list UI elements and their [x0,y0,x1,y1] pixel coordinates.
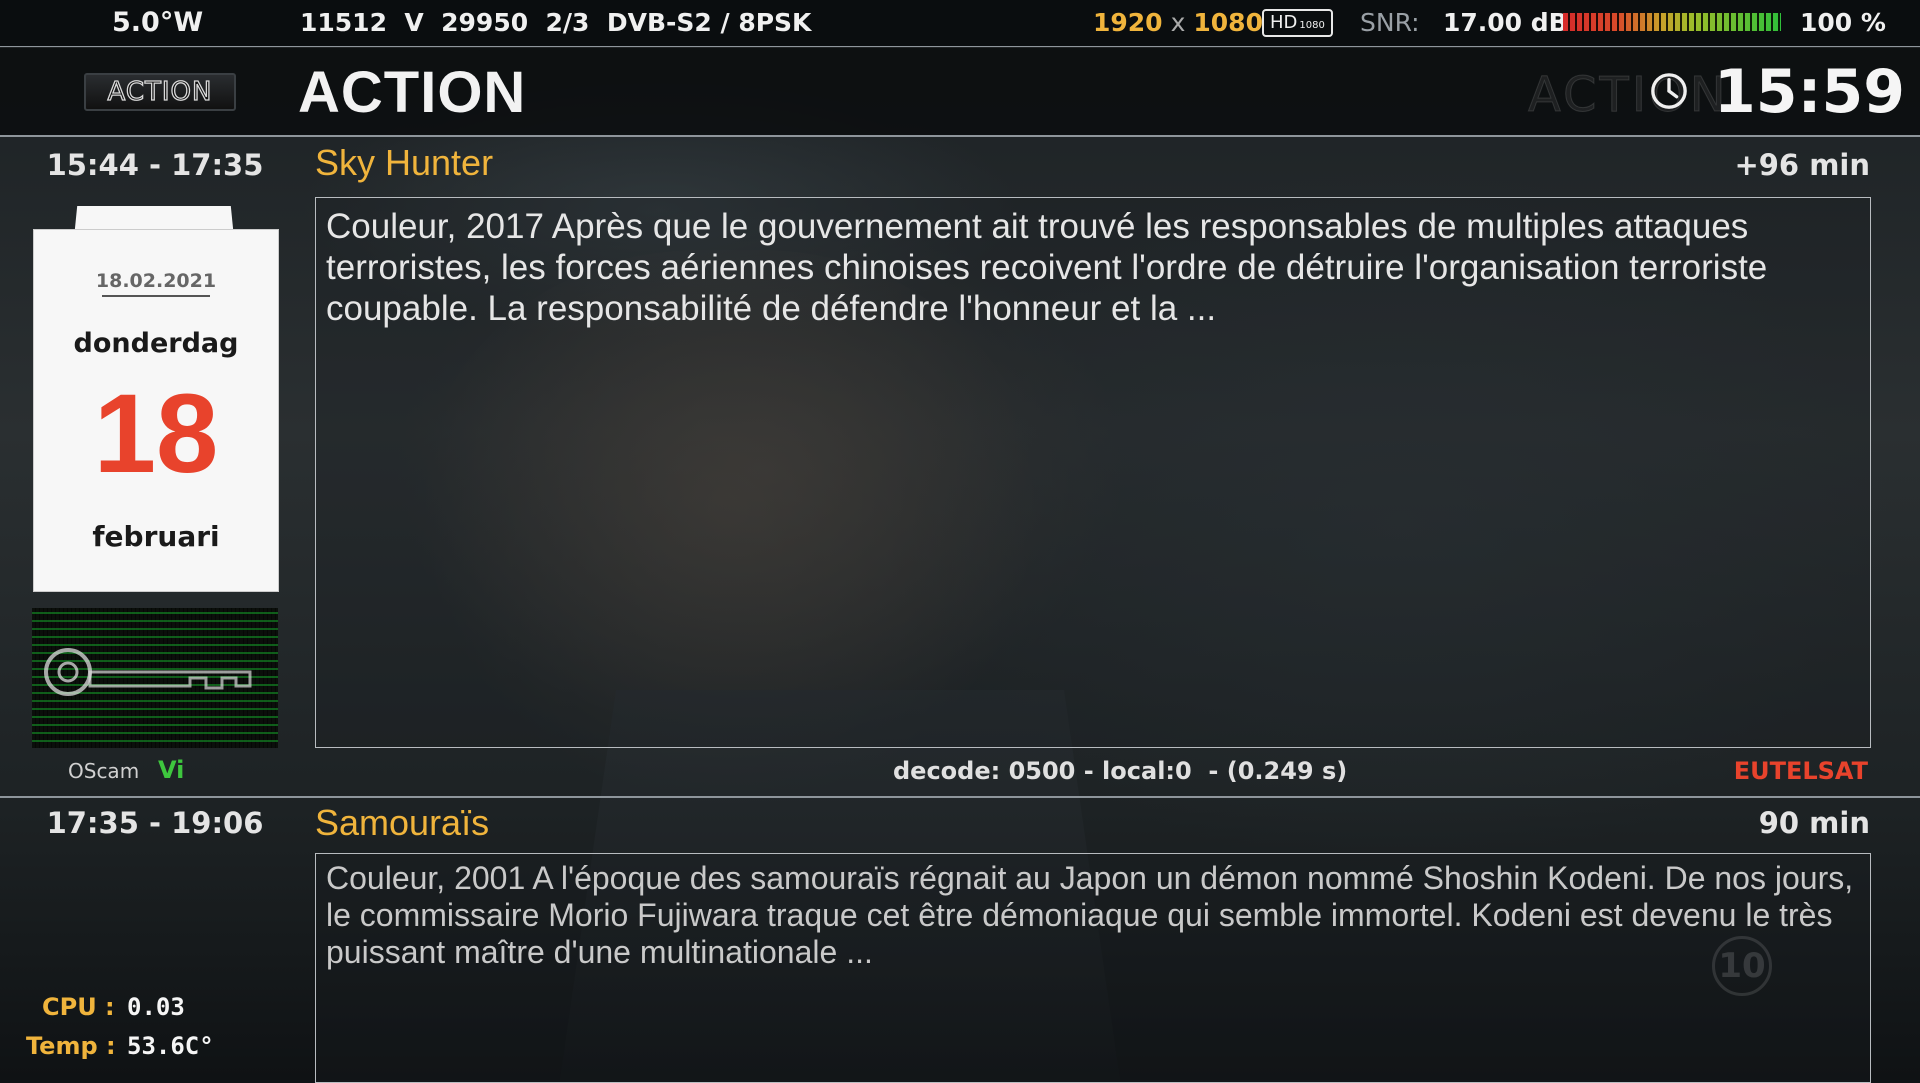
oscam-label: OScam [68,759,140,783]
cpu-label: CPU : [42,993,115,1021]
resolution-separator: x [1170,8,1186,37]
temp-label: Temp : [26,1032,116,1060]
current-event-title: Sky Hunter [315,142,494,183]
cpu-value: 0.03 [127,993,185,1021]
signal-bar [1563,13,1781,31]
calendar-date-underline [102,295,210,297]
channel-number-watermark: 10 [1712,936,1772,996]
next-event-description: Couleur, 2001 A l'époque des samouraïs r… [326,860,1854,970]
key-icon [44,648,252,696]
current-event-time: 15:44 - 17:35 [46,148,264,182]
next-event-title: Samouraïs [315,802,490,843]
decode-info: decode: 0500 - local:0 - (0.249 s) [893,757,1348,785]
snr-value: 17.00 dB [1443,8,1568,37]
hd-badge: HD 1080 [1262,9,1333,37]
channel-logo-text: ACTION [107,76,213,107]
next-event-duration: 90 min [1758,806,1870,840]
current-event-description-box: Couleur, 2017 Après que le gouvernement … [315,197,1871,748]
status-bar: 5.0°W 11512 V 29950 2/3 DVB-S2 / 8PSK 19… [0,0,1920,48]
calendar-page: 18.02.2021 donderdag 18 februari [34,230,278,591]
signal-percent: 100 % [1800,8,1886,37]
temp-value: 53.6C° [127,1032,214,1060]
channel-logo: ACTION [84,73,236,111]
clock-icon [1651,73,1687,109]
hd-badge-label: HD [1270,12,1298,33]
calendar-widget: 18.02.2021 donderdag 18 februari [34,206,278,591]
current-event-remaining: +96 min [1734,148,1870,182]
channel-name: ACTION [298,60,527,125]
orbital-position: 5.0°W [112,7,204,38]
resolution-width: 1920 [1093,8,1163,37]
channel-watermark-logo: ACTION [1528,67,1729,124]
next-event-time: 17:35 - 19:06 [46,806,264,840]
cam-matrix-graphic [32,608,278,748]
calendar-weekday: donderdag [73,328,239,359]
calendar-day-number: 18 [93,371,219,496]
provider-name: EUTELSAT [1733,757,1868,785]
signal-bar-fill [1563,13,1781,31]
current-event-description: Couleur, 2017 Après que le gouvernement … [326,207,1768,328]
snr-label: SNR: [1360,8,1420,37]
calendar-date: 18.02.2021 [95,270,217,292]
oscam-value: Vi [158,756,185,784]
channel-header: ACTION ACTION ACTION 15:59 [0,47,1920,137]
calendar-month: februari [92,520,220,553]
section-divider [0,796,1920,798]
resolution-height: 1080 [1193,8,1263,37]
resolution: 1920 x 1080 [1093,8,1263,38]
next-event-description-box: Couleur, 2001 A l'époque des samouraïs r… [315,853,1871,1083]
hd-badge-sub: 1080 [1299,20,1325,31]
current-time: 15:59 [1714,57,1905,127]
transponder-info: 11512 V 29950 2/3 DVB-S2 / 8PSK [300,8,812,37]
